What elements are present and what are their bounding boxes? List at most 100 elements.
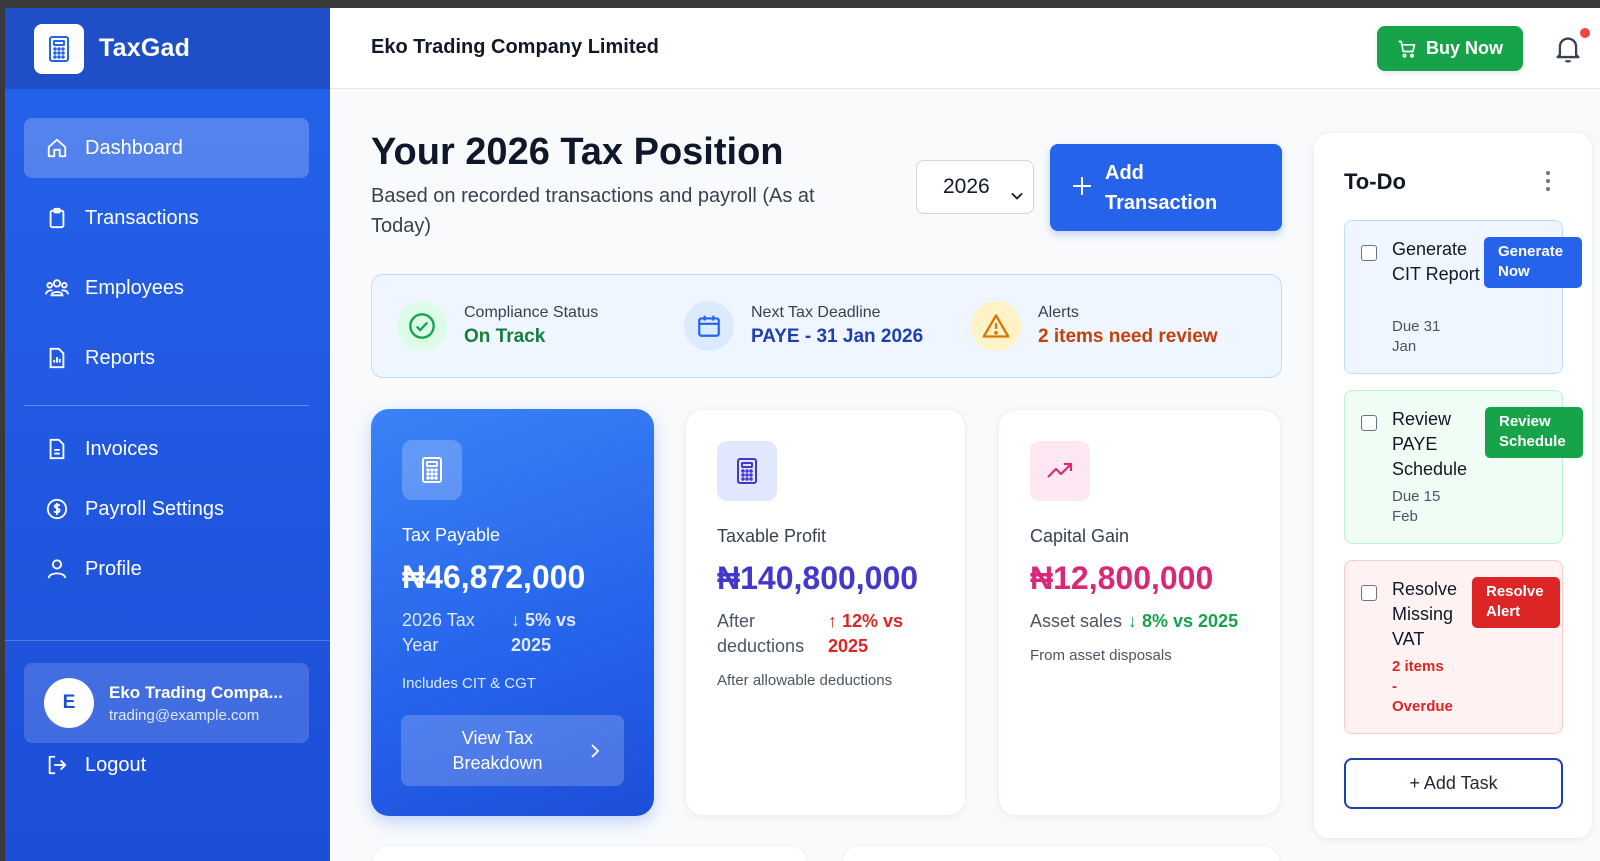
home-icon: [44, 135, 70, 161]
dollar-icon: [44, 496, 70, 522]
todo-task: Resolve Missing VAT 2 items - Overdue Re…: [1344, 560, 1563, 734]
user-name: Eko Trading Compa...: [109, 682, 283, 702]
todo-panel: To-Do Generate CIT Report Due 31 Jan Gen…: [1313, 132, 1593, 839]
sidebar-item-label: Dashboard: [85, 136, 183, 159]
compliance-label: Compliance Status: [464, 304, 599, 321]
notification-dot: [1580, 28, 1590, 38]
sidebar-item-label: Employees: [85, 276, 184, 299]
check-circle-icon: [397, 301, 447, 351]
task-checkbox[interactable]: [1361, 585, 1377, 601]
chevron-down-icon: [1011, 182, 1023, 206]
logout-button[interactable]: Logout: [24, 735, 309, 795]
card-sub: After deductions: [717, 611, 805, 656]
top-header: Eko Trading Company Limited Buy Now: [330, 8, 1600, 89]
sidebar-item-employees[interactable]: Employees: [24, 258, 309, 318]
add-task-button[interactable]: + Add Task: [1344, 758, 1563, 809]
year-select-value: 2026: [943, 175, 990, 198]
compliance-status: Compliance Status On Track: [397, 301, 598, 351]
review-schedule-button[interactable]: Review Schedule: [1485, 407, 1583, 458]
add-transaction-label: Add Transaction: [1105, 161, 1218, 214]
calendar-icon: [684, 301, 734, 351]
capital-gain-card: Capital Gain ₦12,800,000 Asset sales ↓ 8…: [998, 409, 1281, 816]
card-trend: ↓ 5% vs 2025: [511, 610, 577, 655]
task-due: Due 15 Feb: [1392, 488, 1441, 525]
trending-up-icon: [1030, 441, 1090, 501]
sidebar-item-reports[interactable]: Reports: [24, 328, 309, 388]
sidebar-item-profile[interactable]: Profile: [24, 539, 309, 599]
next-deadline: Next Tax Deadline PAYE - 31 Jan 2026: [684, 301, 923, 351]
warning-icon: [971, 301, 1021, 351]
deadline-value: PAYE - 31 Jan 2026: [751, 326, 924, 347]
sidebar-item-label: Payroll Settings: [85, 497, 224, 520]
card-value: ₦46,872,000: [402, 559, 586, 595]
more-vertical-icon[interactable]: [1543, 169, 1553, 193]
report-icon: [44, 345, 70, 371]
deadline-label: Next Tax Deadline: [751, 304, 881, 321]
tax-payable-card: Tax Payable ₦46,872,000 2026 Tax Year ↓ …: [371, 409, 654, 816]
sidebar-divider: [24, 405, 309, 406]
page-title: Your 2026 Tax Position: [371, 131, 784, 173]
buy-now-button[interactable]: Buy Now: [1377, 26, 1523, 71]
user-icon: [44, 556, 70, 582]
card-value: ₦140,800,000: [717, 560, 919, 596]
sidebar-bottom-divider: [5, 640, 330, 641]
user-card[interactable]: E Eko Trading Compa... trading@example.c…: [24, 663, 309, 743]
clipboard-icon: [44, 205, 70, 231]
card-label: Tax Payable: [402, 525, 501, 545]
cart-icon: [1397, 39, 1417, 59]
sidebar-item-transactions[interactable]: Transactions: [24, 188, 309, 248]
users-icon: [44, 275, 70, 301]
todo-task: Generate CIT Report Due 31 Jan Generate …: [1344, 220, 1582, 374]
alerts-status: Alerts 2 items need review: [971, 301, 1218, 351]
page-subtitle: Based on recorded transactions and payro…: [371, 185, 815, 237]
task-title: Resolve Missing VAT: [1392, 579, 1458, 649]
card-note: After allowable deductions: [717, 672, 893, 689]
compliance-value: On Track: [464, 326, 546, 347]
task-checkbox[interactable]: [1361, 415, 1377, 431]
year-select[interactable]: 2026: [916, 160, 1034, 214]
window-top-bar: [0, 0, 1600, 8]
sidebar-item-invoices[interactable]: Invoices: [24, 419, 309, 479]
company-name: Eko Trading Company Limited: [371, 36, 659, 58]
task-checkbox[interactable]: [1361, 245, 1377, 261]
buy-now-label: Buy Now: [1425, 38, 1503, 58]
generate-now-button[interactable]: Generate Now: [1484, 237, 1582, 288]
calculator-icon: [717, 441, 777, 501]
brand[interactable]: TaxGad: [5, 8, 330, 89]
sidebar-item-label: Reports: [85, 346, 156, 369]
user-email: trading@example.com: [109, 706, 260, 724]
card-note: From asset disposals: [1030, 647, 1172, 664]
sidebar: TaxGad Dashboard Transactions Employees …: [5, 8, 330, 861]
plus-icon: [1071, 172, 1093, 204]
resolve-alert-button[interactable]: Resolve Alert: [1472, 577, 1560, 628]
lower-card-left: [371, 845, 808, 861]
lower-card-right: [841, 845, 1281, 861]
view-tax-breakdown-button[interactable]: View Tax Breakdown: [401, 715, 624, 786]
card-label: Taxable Profit: [717, 526, 827, 546]
card-note: Includes CIT & CGT: [402, 675, 536, 692]
card-value: ₦12,800,000: [1030, 560, 1214, 596]
taxable-profit-card: Taxable Profit ₦140,800,000 After deduct…: [685, 409, 966, 816]
status-banner: Compliance Status On Track Next Tax Dead…: [371, 274, 1282, 378]
card-trend: ↓ 8% vs 2025: [1128, 611, 1239, 631]
sidebar-item-label: Invoices: [85, 437, 159, 460]
add-transaction-button[interactable]: Add Transaction: [1050, 144, 1282, 231]
alerts-value: 2 items need review: [1038, 326, 1218, 347]
bell-icon[interactable]: [1554, 34, 1582, 64]
task-title: Generate CIT Report: [1392, 239, 1480, 284]
logout-icon: [44, 752, 70, 778]
todo-task: Review PAYE Schedule Due 15 Feb Review S…: [1344, 390, 1583, 544]
sidebar-item-dashboard[interactable]: Dashboard: [24, 118, 309, 178]
todo-title: To-Do: [1344, 169, 1406, 194]
task-due: 2 items - Overdue: [1392, 658, 1453, 715]
brand-name: TaxGad: [99, 34, 191, 62]
sidebar-item-payroll-settings[interactable]: Payroll Settings: [24, 479, 309, 539]
logout-label: Logout: [85, 753, 147, 776]
card-label: Capital Gain: [1030, 526, 1130, 546]
avatar: E: [44, 678, 94, 728]
sidebar-item-label: Profile: [85, 557, 142, 580]
sidebar-item-label: Transactions: [85, 206, 199, 229]
task-title: Review PAYE Schedule: [1392, 409, 1468, 479]
task-due: Due 31 Jan: [1392, 318, 1441, 355]
card-trend: ↑ 12% vs 2025: [828, 611, 904, 656]
